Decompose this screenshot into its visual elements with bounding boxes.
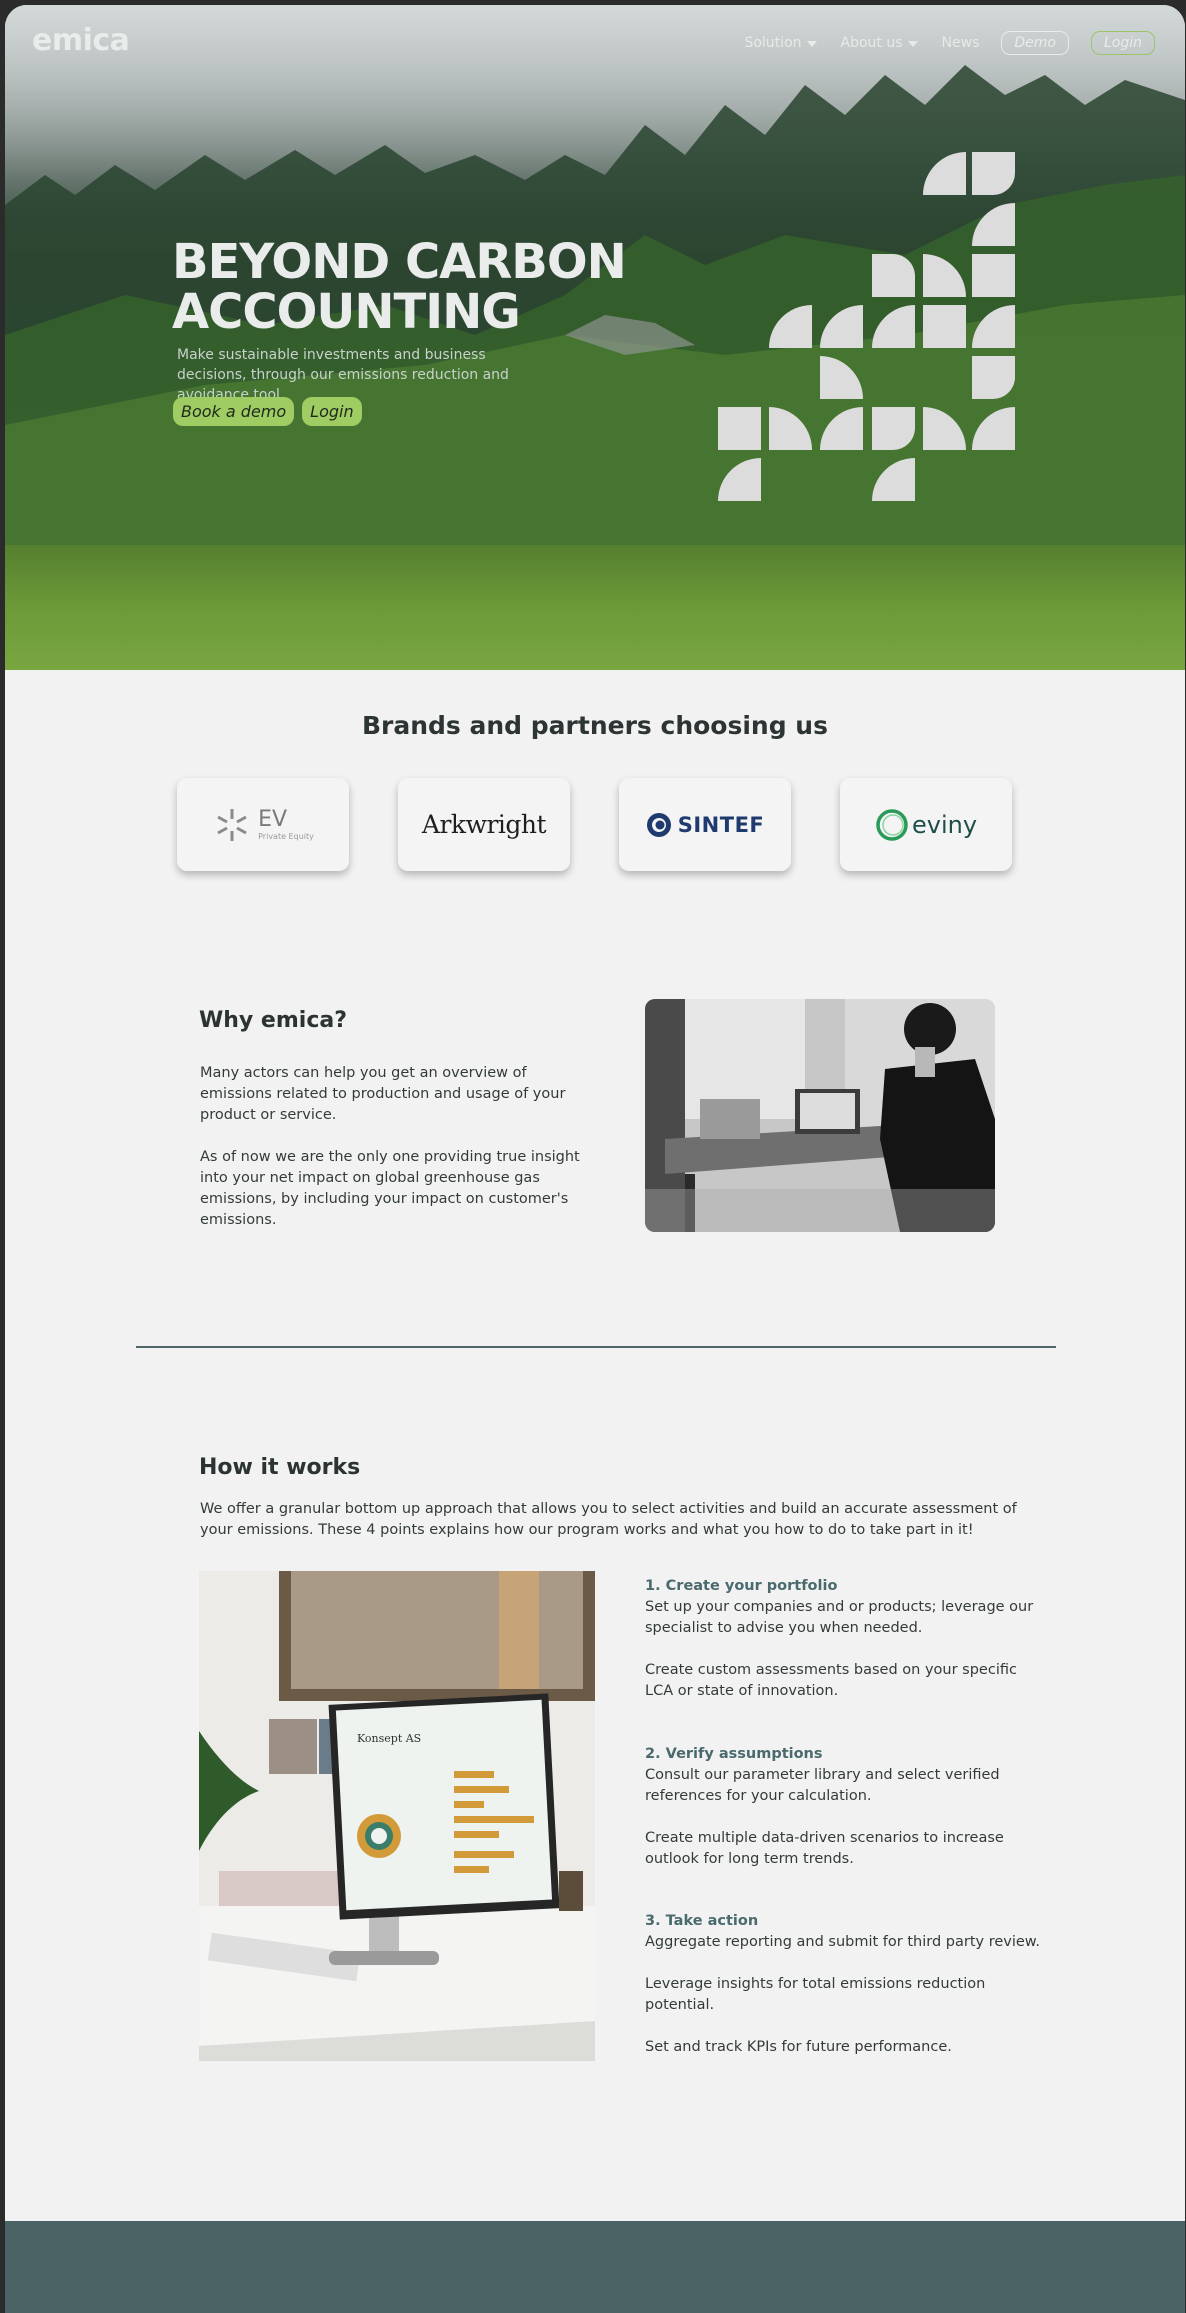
step-2-text-1: Consult our parameter library and select… — [645, 1767, 1000, 1804]
desk-monitor-image — [199, 1571, 595, 2061]
why-paragraph-1: Many actors can help you get an overview… — [200, 1065, 566, 1123]
step-1-text-1: Set up your companies and or products; l… — [645, 1599, 1034, 1636]
eviny-logo-icon — [876, 808, 908, 841]
why-paragraph-2: As of now we are the only one providing … — [200, 1149, 580, 1228]
brand-card-arkwright: Arkwright — [398, 778, 570, 871]
step-1-text-2: Create custom assessments based on your … — [645, 1662, 1017, 1699]
brand-card-eviny: eviny — [840, 778, 1012, 871]
how-title: How it works — [199, 1455, 361, 1480]
brand-ev-name: EV — [258, 806, 288, 832]
brand-arkwright-name: Arkwright — [421, 810, 547, 839]
office-photo — [645, 999, 995, 1232]
section-divider — [136, 1346, 1056, 1348]
desk-monitor-photo: Konsept AS — [199, 1571, 595, 2061]
monitor-company-name: Konsept AS — [357, 1732, 422, 1745]
step-3-text-1: Aggregate reporting and submit for third… — [645, 1934, 1040, 1950]
brand-sintef-name: SINTEF — [677, 812, 765, 837]
office-photo-image — [645, 999, 995, 1232]
how-intro: We offer a granular bottom up approach t… — [200, 1501, 1017, 1538]
brand-card-sintef: SINTEF — [619, 778, 791, 871]
step-1-title: 1. Create your portfolio — [645, 1578, 838, 1594]
hero-section: emica Solution About us News Demo Login … — [5, 5, 1185, 670]
step-2: 2. Verify assumptions Consult our parame… — [645, 1744, 1045, 1870]
page-frame: emica Solution About us News Demo Login … — [5, 5, 1185, 2313]
footer-band — [5, 2221, 1185, 2313]
ev-logo-icon — [217, 808, 247, 841]
emica-logomark-graphic — [718, 152, 1015, 501]
brand-card-ev: EV Private Equity — [177, 778, 349, 871]
step-3-text-3: Set and track KPIs for future performanc… — [645, 2039, 952, 2055]
step-1: 1. Create your portfolio Set up your com… — [645, 1576, 1045, 1702]
why-title: Why emica? — [199, 1008, 347, 1033]
brand-ev-sub: Private Equity — [258, 831, 314, 841]
step-3: 3. Take action Aggregate reporting and s… — [645, 1911, 1045, 2058]
step-2-text-2: Create multiple data-driven scenarios to… — [645, 1830, 1004, 1867]
step-3-title: 3. Take action — [645, 1913, 759, 1929]
brand-eviny-name: eviny — [911, 810, 978, 839]
step-2-title: 2. Verify assumptions — [645, 1746, 823, 1762]
step-3-text-2: Leverage insights for total emissions re… — [645, 1976, 986, 2013]
brands-title: Brands and partners choosing us — [361, 711, 828, 740]
sintef-logo-icon — [646, 812, 671, 837]
